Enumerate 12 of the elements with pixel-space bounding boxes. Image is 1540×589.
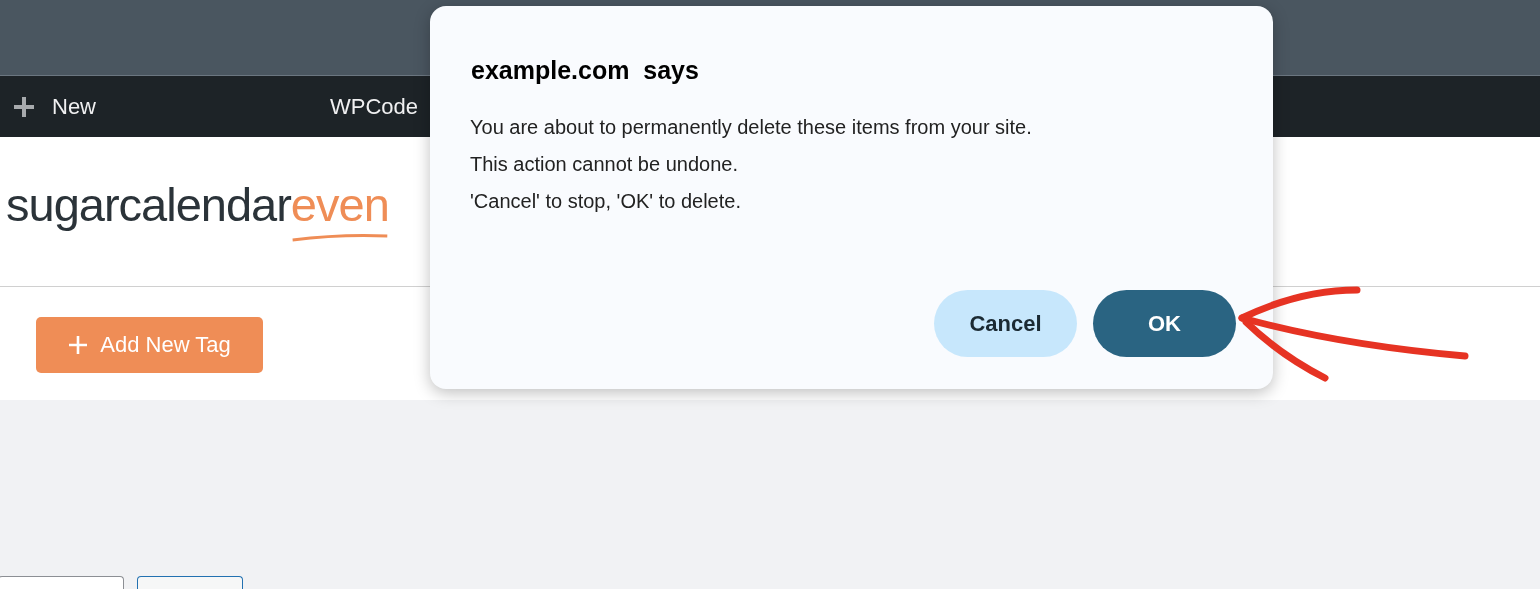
ok-button[interactable]: OK (1093, 290, 1236, 357)
logo: sugarcalendareven (6, 178, 389, 245)
plus-icon (68, 334, 89, 355)
dialog-title: example.com says (471, 56, 700, 85)
menu-link[interactable]: WPCode (330, 93, 419, 120)
new-link[interactable]: New (12, 93, 330, 120)
dialog-message: 'Cancel' to stop, 'OK' to delete. (470, 189, 742, 214)
input-field[interactable] (0, 576, 124, 589)
dialog-message: You are about to permanently delete these items from your site. (470, 115, 1033, 140)
dialog-message: This action cannot be undone. (470, 152, 739, 177)
plus-icon (12, 94, 36, 119)
cancel-button[interactable]: Cancel (934, 290, 1077, 357)
